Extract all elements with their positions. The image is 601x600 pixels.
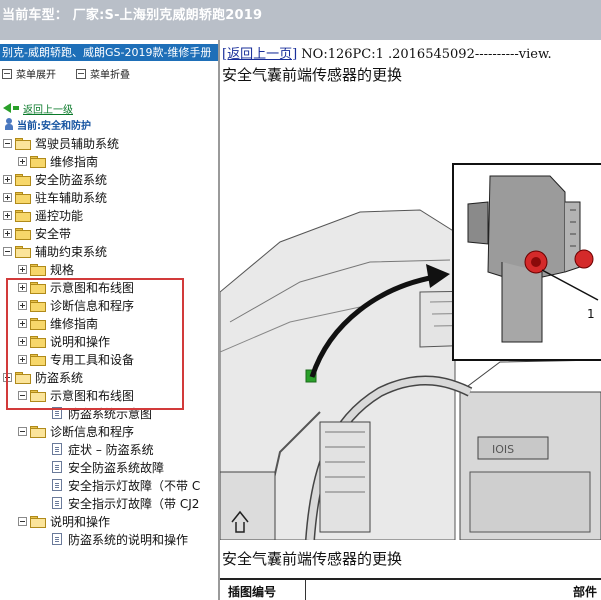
folder-icon (30, 335, 46, 348)
folder-open-icon (30, 389, 46, 402)
tree-item-specifications[interactable]: 规格 (18, 260, 74, 278)
section-title: 安全气囊前端传感器的更换 (222, 550, 403, 568)
collapse-icon[interactable] (18, 390, 27, 400)
folder-icon (30, 353, 46, 366)
back-page-link[interactable]: [返回上一页] (222, 47, 297, 62)
document-icon (52, 533, 62, 545)
tree-item-antitheft-description[interactable]: 说明和操作 (18, 512, 110, 530)
expand-icon[interactable] (3, 192, 12, 202)
column-header-part: 部件 (572, 585, 597, 599)
collapse-icon[interactable] (3, 138, 12, 148)
tree-item-driver-assist[interactable]: 驾驶员辅助系统 (3, 134, 119, 152)
tree-doc-symptoms[interactable]: 症状 – 防盗系统 (52, 440, 154, 458)
title-bar: 当前车型： 厂家:S-上海别克威朗轿跑2019 (0, 0, 601, 41)
expand-icon[interactable] (3, 210, 12, 220)
expand-icon[interactable] (18, 282, 27, 292)
folder-open-icon (15, 245, 31, 258)
document-icon (52, 461, 62, 473)
tree-item-special-tools[interactable]: 专用工具和设备 (18, 350, 134, 368)
document-icon (52, 443, 62, 455)
expand-icon[interactable] (18, 300, 27, 310)
tree-item-remote-functions[interactable]: 遥控功能 (3, 206, 83, 224)
tree-item-description-operation[interactable]: 说明和操作 (18, 332, 110, 350)
folder-icon (15, 227, 31, 240)
folder-open-icon (30, 425, 46, 438)
doc-number: NO:126PC:1 .2016545092----------view. (297, 47, 552, 62)
tree-doc-antitheft-schematic[interactable]: 防盗系统示意图 (52, 404, 152, 422)
tree-item-seat-belts[interactable]: 安全带 (3, 224, 71, 242)
page-nav: [返回上一页] NO:126PC:1 .2016545092----------… (222, 43, 552, 62)
tree-item-service-guide[interactable]: 维修指南 (18, 152, 98, 170)
document-icon (52, 497, 62, 509)
tree-item-repair-guide[interactable]: 维修指南 (18, 314, 98, 332)
tree-doc-indicator-fault-with[interactable]: 安全指示灯故障（带 CJ2 (52, 494, 199, 512)
folder-icon (15, 209, 31, 222)
folder-open-icon (15, 137, 31, 150)
tree-item-antitheft-system[interactable]: 防盗系统 (3, 368, 83, 386)
collapse-icon[interactable] (3, 246, 12, 256)
tree-doc-antitheft-description[interactable]: 防盗系统的说明和操作 (52, 530, 188, 548)
tree-item-antitheft-schematics[interactable]: 示意图和布线图 (18, 386, 134, 404)
parts-table-header: 插图编号 部件 (220, 578, 601, 600)
expand-icon[interactable] (18, 264, 27, 274)
expand-icon[interactable] (18, 354, 27, 364)
folder-icon (15, 173, 31, 186)
manual-header: 别克-威朗轿跑、威朗GS-2019款-维修手册 (0, 44, 218, 61)
tree-doc-indicator-fault-without[interactable]: 安全指示灯故障（不带 C (52, 476, 200, 494)
folder-open-icon (15, 371, 31, 384)
collapse-menu-button[interactable]: 菜单折叠 (76, 66, 130, 81)
menu-icon (76, 68, 86, 79)
collapse-icon[interactable] (18, 426, 27, 436)
document-icon (52, 479, 62, 491)
expand-icon[interactable] (3, 174, 12, 184)
engine-bay-illustration: IOIS 1 (220, 92, 601, 540)
tree-item-antitheft-diagnostics[interactable]: 诊断信息和程序 (18, 422, 134, 440)
expand-icon[interactable] (18, 336, 27, 346)
user-icon (5, 118, 13, 130)
collapse-icon[interactable] (18, 516, 27, 526)
tree-item-security-antitheft[interactable]: 安全防盗系统 (3, 170, 107, 188)
expand-icon[interactable] (18, 318, 27, 328)
folder-icon (30, 263, 46, 276)
current-location: 当前:安全和防护 (5, 115, 91, 133)
expand-icon[interactable] (3, 228, 12, 238)
expand-menu-button[interactable]: 菜单展开 (2, 66, 56, 81)
collapse-icon[interactable] (3, 372, 12, 382)
folder-icon (30, 299, 46, 312)
back-arrow-icon (3, 103, 11, 113)
tree-item-schematics[interactable]: 示意图和布线图 (18, 278, 134, 296)
svg-text:IOIS: IOIS (492, 443, 514, 456)
expand-icon[interactable] (18, 156, 27, 166)
navigation-pane: 别克-威朗轿跑、威朗GS-2019款-维修手册 菜单展开 菜单折叠 返回上一级 … (0, 40, 220, 600)
page-title: 安全气囊前端传感器的更换 (222, 66, 403, 84)
document-icon (52, 407, 62, 419)
content-pane: [返回上一页] NO:126PC:1 .2016545092----------… (220, 40, 601, 600)
folder-icon (15, 191, 31, 204)
tree-doc-security-fault[interactable]: 安全防盗系统故障 (52, 458, 164, 476)
column-header-figure-number: 插图编号 (220, 580, 306, 600)
folder-open-icon (30, 515, 46, 528)
vehicle-title: 当前车型： 厂家:S-上海别克威朗轿跑2019 (2, 8, 263, 23)
menu-icon (2, 68, 12, 79)
folder-icon (30, 317, 46, 330)
folder-icon (30, 281, 46, 294)
tree-item-diagnostics[interactable]: 诊断信息和程序 (18, 296, 134, 314)
folder-icon (30, 155, 46, 168)
callout-number: 1 (587, 307, 595, 321)
tree-item-parking-assist[interactable]: 驻车辅助系统 (3, 188, 107, 206)
tree-item-srs[interactable]: 辅助约束系统 (3, 242, 107, 260)
